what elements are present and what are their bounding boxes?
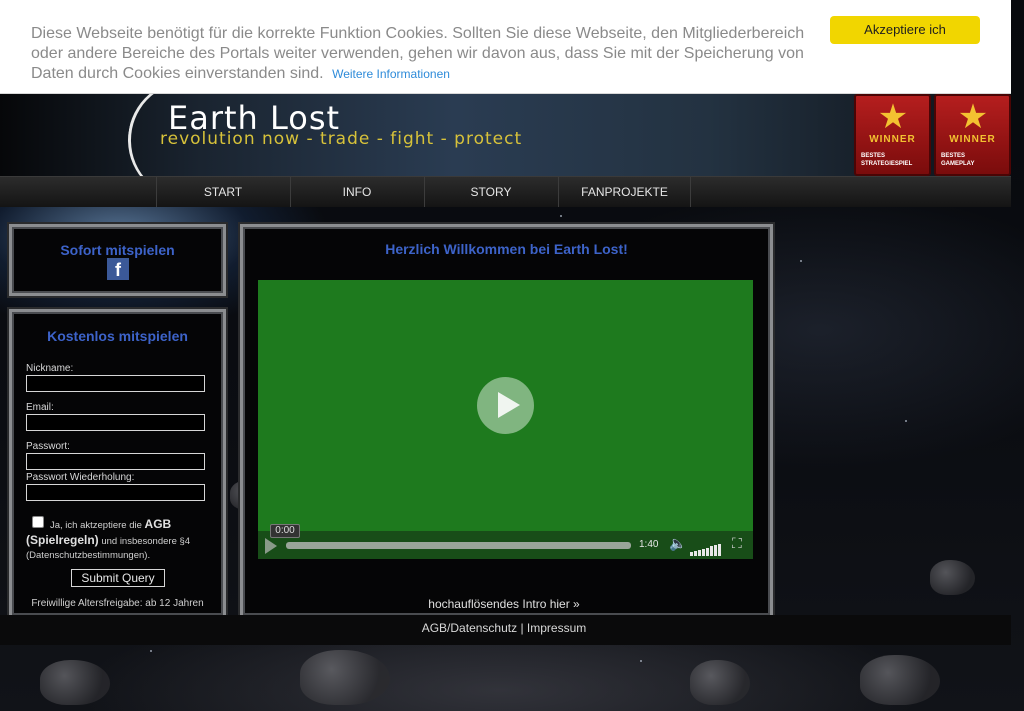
main-navigation: START INFO STORY FANPROJEKTE — [0, 176, 1011, 207]
nav-item-info[interactable]: INFO — [290, 177, 423, 207]
award-category-line1: BESTES — [861, 153, 886, 159]
star-icon: ★ — [957, 98, 989, 136]
email-field[interactable] — [26, 414, 205, 431]
footer-separator: | — [520, 621, 524, 635]
award-title: WINNER — [949, 134, 996, 145]
award-category: BESTES STRATEGIESPIEL — [861, 152, 912, 168]
play-icon[interactable] — [477, 377, 534, 434]
intro-video-player[interactable]: 0:00 1:40 🔈 ⛶ — [258, 280, 753, 559]
award-badge-gameplay: ★ WINNER BESTES GAMEPLAY — [934, 94, 1011, 176]
agb-datenschutz-link[interactable]: AGB/Datenschutz — [422, 621, 517, 635]
terms-text: Ja, ich aktzeptiere die AGB (Spielregeln… — [26, 517, 211, 563]
cookie-more-info-link[interactable]: Weitere Informationen — [332, 67, 450, 81]
award-category-line2: STRATEGIESPIEL — [861, 161, 913, 167]
terms-prefix: Ja, ich aktzeptiere die — [50, 520, 145, 531]
password-repeat-field[interactable] — [26, 484, 205, 501]
register-panel: Kostenlos mitspielen Nickname: Email: Pa… — [9, 309, 226, 615]
cookie-banner: Diese Webseite benötigt für die korrekte… — [0, 0, 1011, 94]
award-title: WINNER — [869, 134, 916, 145]
impressum-link[interactable]: Impressum — [527, 621, 586, 635]
volume-slider[interactable] — [690, 538, 726, 556]
logo-subtitle: revolution now - trade - fight - protect — [160, 129, 523, 149]
nav-item-fanprojekte[interactable]: FANPROJEKTE — [558, 177, 691, 207]
award-category-line2: GAMEPLAY — [941, 161, 975, 167]
password-repeat-label: Passwort Wiederholung: — [26, 472, 135, 483]
current-time: 0:00 — [270, 524, 300, 538]
play-now-panel: Sofort mitspielen f — [9, 224, 226, 296]
nickname-field[interactable] — [26, 375, 205, 392]
register-title: Kostenlos mitspielen — [47, 328, 188, 344]
nickname-label: Nickname: — [26, 363, 74, 374]
star-icon: ★ — [877, 98, 909, 136]
facebook-icon[interactable]: f — [107, 258, 129, 280]
cookie-accept-button[interactable]: Akzeptiere ich — [830, 16, 980, 44]
footer-links: AGB/Datenschutz | Impressum — [0, 621, 1008, 635]
email-label: Email: — [26, 402, 54, 413]
nav-item-start[interactable]: START — [156, 177, 289, 207]
award-badge-strategy: ★ WINNER BESTES STRATEGIESPIEL — [854, 94, 931, 176]
welcome-title: Herzlich Willkommen bei Earth Lost! — [385, 241, 628, 257]
award-category: BESTES GAMEPLAY — [941, 152, 974, 168]
duration: 1:40 — [639, 539, 659, 550]
password-label: Passwort: — [26, 441, 70, 452]
hd-intro-link[interactable]: hochauflösendes Intro hier » — [0, 597, 1008, 611]
cookie-text: Diese Webseite benötigt für die korrekte… — [31, 24, 831, 84]
fullscreen-icon[interactable]: ⛶ — [732, 535, 742, 552]
progress-track[interactable] — [286, 542, 631, 549]
nav-item-story[interactable]: STORY — [424, 177, 557, 207]
submit-button[interactable]: Submit Query — [71, 569, 165, 587]
control-play-icon[interactable] — [265, 538, 277, 554]
volume-icon[interactable]: 🔈 — [669, 535, 686, 552]
password-field[interactable] — [26, 453, 205, 470]
award-category-line1: BESTES — [941, 153, 966, 159]
play-now-title: Sofort mitspielen — [60, 242, 175, 258]
